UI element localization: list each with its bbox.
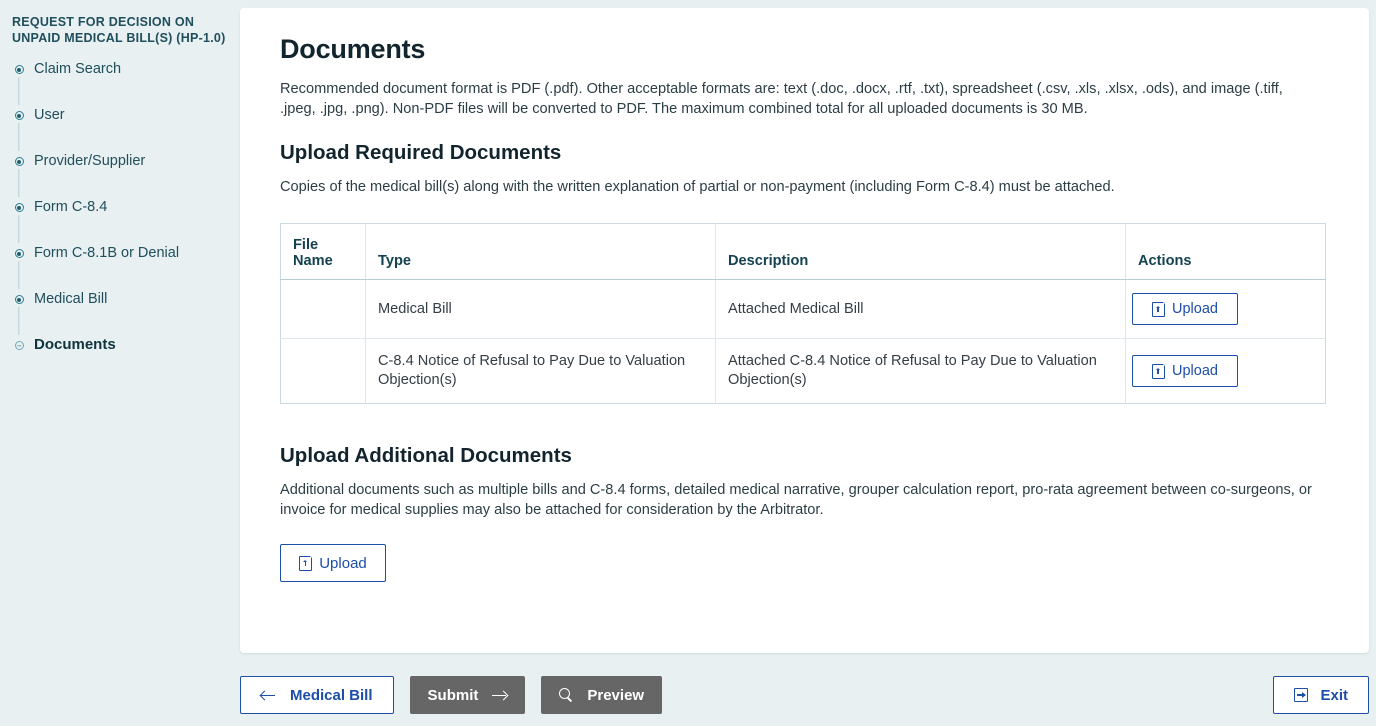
required-documents-heading: Upload Required Documents xyxy=(280,141,1329,165)
step-marker xyxy=(12,106,26,120)
cell-type: C-8.4 Notice of Refusal to Pay Due to Va… xyxy=(366,339,716,404)
sidebar-item-claim-search[interactable]: Claim Search xyxy=(12,60,232,106)
back-button-label: Medical Bill xyxy=(290,687,373,704)
file-upload-icon xyxy=(1152,364,1165,379)
step-connector xyxy=(18,77,19,105)
upload-button-label: Upload xyxy=(1172,362,1218,381)
submit-button-label: Submit xyxy=(428,687,479,704)
step-dot-completed-icon xyxy=(15,65,24,74)
upload-button-label: Upload xyxy=(319,555,367,572)
submit-button[interactable]: Submit xyxy=(410,676,526,714)
required-documents-description: Copies of the medical bill(s) along with… xyxy=(280,177,1325,197)
step-dot-current-icon xyxy=(15,341,24,350)
sidebar-item-label: Medical Bill xyxy=(26,290,107,308)
column-header-description: Description xyxy=(716,224,1126,280)
sidebar-item-user[interactable]: User xyxy=(12,106,232,152)
step-dot-completed-icon xyxy=(15,111,24,120)
exit-button-label: Exit xyxy=(1320,687,1348,704)
cell-description: Attached Medical Bill xyxy=(716,280,1126,339)
step-dot-completed-icon xyxy=(15,157,24,166)
required-documents-table: File Name Type Description Actions Medic… xyxy=(280,223,1326,404)
column-header-actions: Actions xyxy=(1126,224,1326,280)
sidebar-item-form-c-8-1b-or-denial[interactable]: Form C-8.1B or Denial xyxy=(12,244,232,290)
step-marker xyxy=(12,60,26,74)
sidebar-item-label: User xyxy=(26,106,65,124)
step-marker xyxy=(12,290,26,304)
step-marker xyxy=(12,244,26,258)
column-header-type: Type xyxy=(366,224,716,280)
step-dot-completed-icon xyxy=(15,249,24,258)
additional-documents-heading: Upload Additional Documents xyxy=(280,444,1329,468)
page-intro-text: Recommended document format is PDF (.pdf… xyxy=(280,79,1320,119)
progress-sidebar: REQUEST FOR DECISION ON UNPAID MEDICAL B… xyxy=(0,0,240,726)
page-title: Documents xyxy=(280,34,1329,65)
cell-description: Attached C-8.4 Notice of Refusal to Pay … xyxy=(716,339,1126,404)
cell-file-name xyxy=(281,339,366,404)
sidebar-item-documents[interactable]: Documents xyxy=(12,336,232,354)
table-body: Medical Bill Attached Medical Bill Uploa… xyxy=(281,280,1326,404)
footer-left-actions: Medical Bill Submit Preview xyxy=(240,676,662,714)
step-connector xyxy=(18,307,19,335)
upload-button-label: Upload xyxy=(1172,300,1218,319)
cell-type: Medical Bill xyxy=(366,280,716,339)
sidebar-title: REQUEST FOR DECISION ON UNPAID MEDICAL B… xyxy=(12,14,232,46)
arrow-right-icon xyxy=(492,690,507,701)
table-header: File Name Type Description Actions xyxy=(281,224,1326,280)
back-button[interactable]: Medical Bill xyxy=(240,676,394,714)
step-marker xyxy=(12,152,26,166)
sidebar-item-form-c-8-4[interactable]: Form C-8.4 xyxy=(12,198,232,244)
arrow-left-icon xyxy=(261,690,276,701)
application-root: REQUEST FOR DECISION ON UNPAID MEDICAL B… xyxy=(0,0,1376,726)
upload-button-additional-documents[interactable]: Upload xyxy=(280,544,386,582)
footer-action-bar: Medical Bill Submit Preview Exit xyxy=(240,676,1376,716)
column-header-file-name: File Name xyxy=(281,224,366,280)
cell-actions: Upload xyxy=(1126,280,1326,339)
search-icon xyxy=(559,688,573,702)
step-marker xyxy=(12,198,26,212)
cell-file-name xyxy=(281,280,366,339)
step-dot-completed-icon xyxy=(15,203,24,212)
additional-upload-container: Upload xyxy=(280,544,1329,582)
file-upload-icon xyxy=(299,556,312,571)
step-connector xyxy=(18,123,19,151)
main-content-panel: Documents Recommended document format is… xyxy=(240,8,1369,653)
step-connector xyxy=(18,261,19,289)
preview-button-label: Preview xyxy=(587,687,644,704)
table-header-row: File Name Type Description Actions xyxy=(281,224,1326,280)
sidebar-item-label: Provider/Supplier xyxy=(26,152,145,170)
additional-documents-description: Additional documents such as multiple bi… xyxy=(280,480,1325,520)
sidebar-item-label: Documents xyxy=(26,336,116,354)
sidebar-item-label: Claim Search xyxy=(26,60,121,78)
step-connector xyxy=(18,215,19,243)
exit-button[interactable]: Exit xyxy=(1273,676,1369,714)
step-dot-completed-icon xyxy=(15,295,24,304)
sidebar-item-provider-supplier[interactable]: Provider/Supplier xyxy=(12,152,232,198)
table-row: Medical Bill Attached Medical Bill Uploa… xyxy=(281,280,1326,339)
sidebar-item-label: Form C-8.4 xyxy=(26,198,107,216)
exit-icon xyxy=(1294,688,1309,702)
sidebar-item-medical-bill[interactable]: Medical Bill xyxy=(12,290,232,336)
upload-button-medical-bill[interactable]: Upload xyxy=(1132,293,1238,325)
table-row: C-8.4 Notice of Refusal to Pay Due to Va… xyxy=(281,339,1326,404)
preview-button[interactable]: Preview xyxy=(541,676,662,714)
file-upload-icon xyxy=(1152,302,1165,317)
step-list: Claim Search User Provider/Supplier xyxy=(12,60,232,354)
upload-button-c-8-4-notice[interactable]: Upload xyxy=(1132,355,1238,387)
step-marker xyxy=(12,336,26,350)
sidebar-item-label: Form C-8.1B or Denial xyxy=(26,244,179,262)
step-connector xyxy=(18,169,19,197)
cell-actions: Upload xyxy=(1126,339,1326,404)
